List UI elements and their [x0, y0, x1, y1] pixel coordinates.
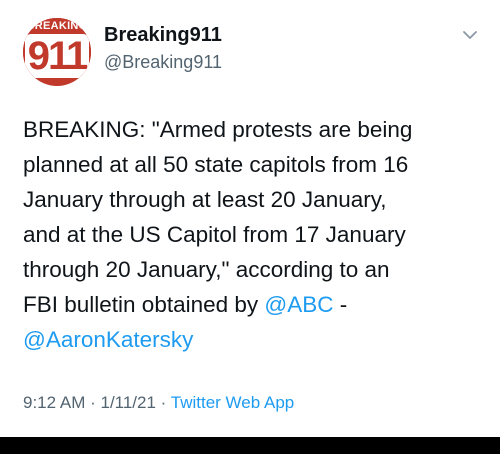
bottom-bar [0, 437, 500, 454]
tweet-date[interactable]: 1/11/21 [100, 393, 155, 412]
tweet-text: BREAKING: "Armed protests are being plan… [23, 112, 483, 357]
meta-dot: · [85, 393, 101, 412]
display-name[interactable]: Breaking911 [104, 24, 222, 47]
tweet-separator: - [339, 292, 348, 317]
tweet-card: BREAKING 911 Breaking911 @Breaking911 BR… [0, 0, 500, 437]
tweet-time[interactable]: 9:12 AM [23, 393, 85, 412]
mention-aaronkatersky[interactable]: @AaronKatersky [23, 327, 193, 352]
user-handle[interactable]: @Breaking911 [104, 52, 222, 73]
tweet-body: BREAKING: "Armed protests are being plan… [23, 117, 413, 317]
avatar-logo: 911 [23, 33, 91, 79]
tweet-meta: 9:12 AM · 1/11/21 · Twitter Web App [23, 393, 294, 413]
chevron-down-icon[interactable] [461, 26, 479, 44]
avatar-number: 911 [24, 34, 90, 78]
mention-abc[interactable]: @ABC [264, 292, 333, 317]
meta-dot: · [155, 393, 171, 412]
tweet-source[interactable]: Twitter Web App [171, 393, 294, 412]
avatar[interactable]: BREAKING 911 [23, 18, 91, 86]
